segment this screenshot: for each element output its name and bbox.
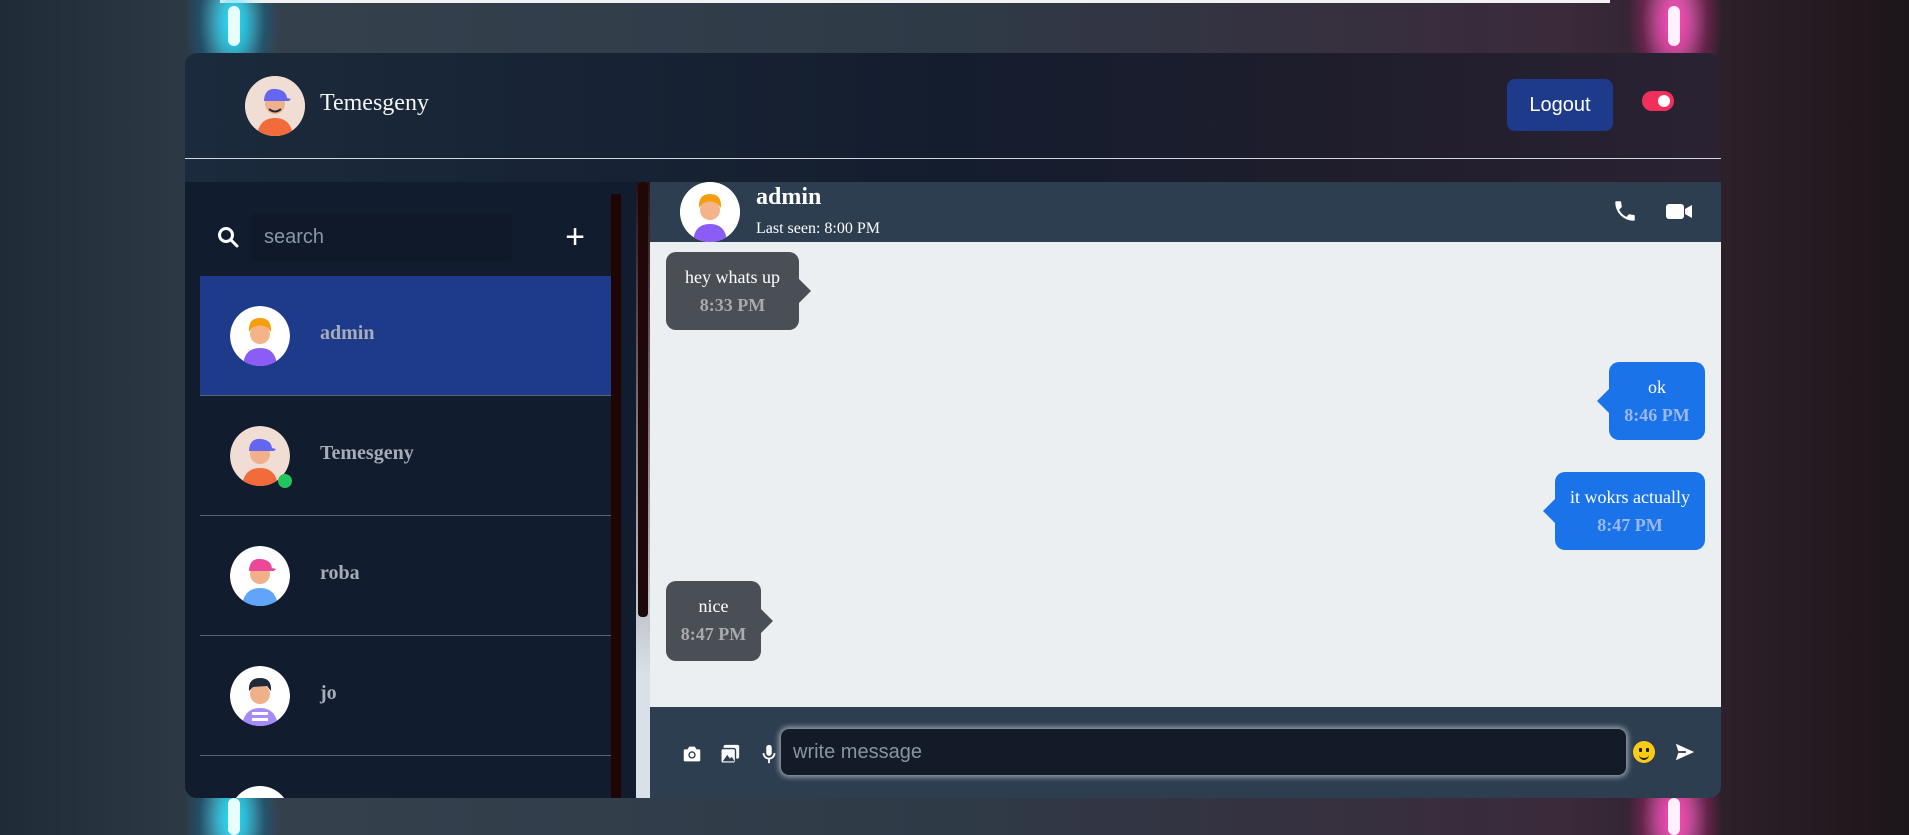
chat-app-window: Temesgeny Logout + admin [185, 53, 1721, 798]
avatar [230, 546, 290, 606]
message-composer [650, 707, 1721, 798]
current-user-name: Temesgeny [320, 90, 429, 116]
search-bar: + [200, 199, 610, 274]
microphone-icon[interactable] [758, 743, 780, 765]
user-avatar[interactable] [245, 76, 305, 136]
sidebar-scrollbar[interactable] [611, 194, 621, 798]
scrollbar-thumb[interactable] [638, 182, 648, 617]
send-icon[interactable] [1674, 741, 1696, 763]
search-input[interactable] [252, 213, 512, 261]
contact-list: admin Temesgeny roba jo [200, 276, 611, 798]
logout-button[interactable]: Logout [1507, 79, 1613, 131]
camera-icon[interactable] [681, 743, 703, 765]
gallery-icon[interactable] [719, 743, 741, 765]
message-thread: hey whats up 8:33 PM ok 8:46 PM it wokrs… [650, 242, 1721, 707]
contact-item-jo[interactable]: jo [200, 636, 611, 756]
last-seen-text: Last seen: 8:00 PM [756, 220, 880, 237]
contact-name: jo [320, 682, 337, 704]
chat-panel-scrollbar[interactable] [636, 182, 650, 798]
pink-neon-light [1668, 6, 1680, 46]
scrollbar-thumb[interactable] [611, 194, 621, 798]
message-text: it wokrs actually [1570, 487, 1690, 507]
message-text: ok [1648, 377, 1666, 397]
message-bubble-outgoing[interactable]: ok 8:46 PM [1597, 362, 1705, 440]
plus-icon[interactable]: + [560, 220, 590, 254]
app-header: Temesgeny Logout [185, 53, 1721, 159]
toggle-knob [1658, 95, 1670, 107]
contact-name: roba [320, 562, 360, 584]
chat-header: admin Last seen: 8:00 PM [650, 182, 1721, 242]
message-text: nice [698, 596, 729, 616]
phone-icon[interactable] [1612, 198, 1638, 224]
message-time: 8:47 PM [680, 624, 747, 644]
search-icon[interactable] [217, 226, 239, 248]
message-text: hey whats up [685, 267, 780, 287]
chat-panel: admin Last seen: 8:00 PM hey whats up 8:… [636, 182, 1721, 798]
contact-name: Temesgeny [320, 442, 414, 464]
top-edge-line [220, 0, 1610, 3]
message-bubble-outgoing[interactable]: it wokrs actually 8:47 PM [1543, 472, 1705, 550]
message-bubble-incoming[interactable]: hey whats up 8:33 PM [666, 252, 811, 330]
message-time: 8:46 PM [1624, 405, 1690, 425]
contact-item-admin[interactable]: admin [200, 276, 611, 396]
avatar [230, 306, 290, 366]
contact-item-roba[interactable]: roba [200, 516, 611, 636]
cyan-neon-light [228, 798, 240, 835]
chat-contact-name: admin [756, 184, 822, 210]
theme-toggle[interactable] [1642, 91, 1674, 111]
pink-neon-light [1668, 798, 1680, 835]
cyan-neon-light [228, 6, 240, 46]
smiley-emoji-icon[interactable] [1633, 741, 1655, 763]
message-time: 8:33 PM [699, 295, 766, 315]
chat-contact-avatar[interactable] [680, 182, 740, 242]
contact-item-partial[interactable] [200, 756, 611, 798]
message-input[interactable] [781, 729, 1626, 775]
contacts-sidebar: + admin [185, 182, 647, 798]
message-time: 8:47 PM [1597, 515, 1663, 535]
message-bubble-incoming[interactable]: nice 8:47 PM [666, 581, 773, 661]
avatar [230, 786, 290, 798]
video-camera-icon[interactable] [1665, 198, 1693, 224]
online-status-dot [278, 474, 292, 488]
contact-name: admin [320, 322, 375, 344]
contact-item-temesgeny[interactable]: Temesgeny [200, 396, 611, 516]
avatar [230, 666, 290, 726]
